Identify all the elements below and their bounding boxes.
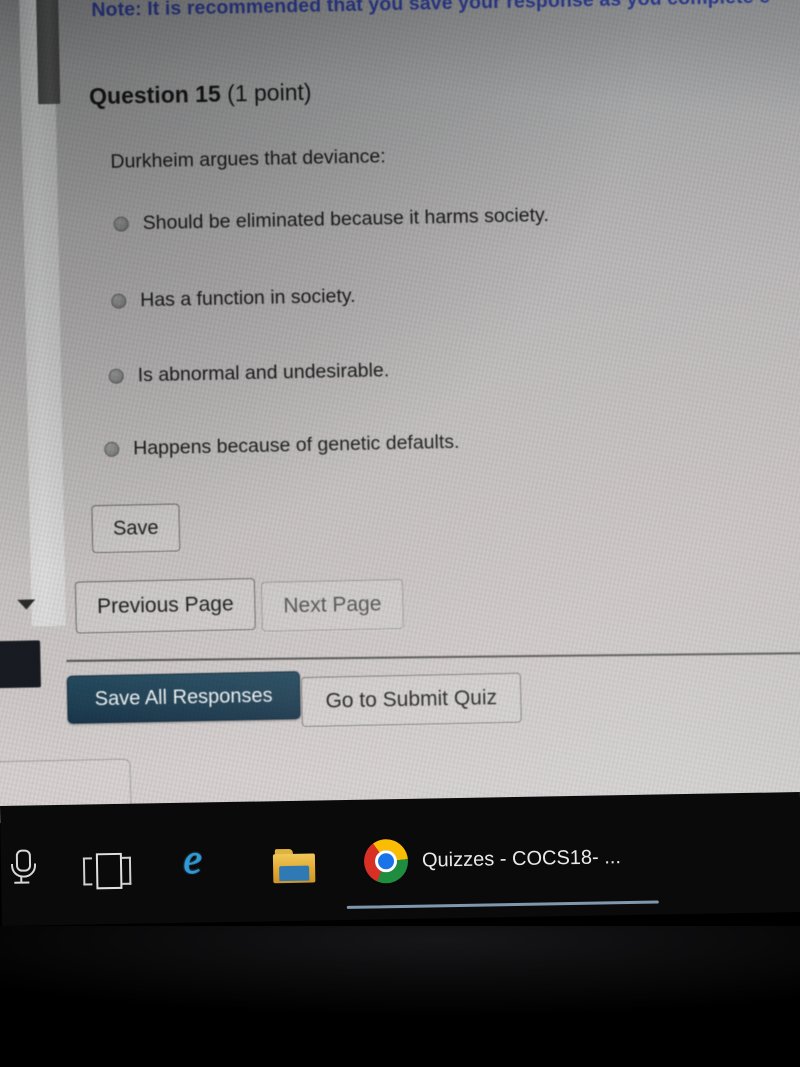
save-button[interactable]: Save bbox=[91, 503, 181, 554]
bezel-dark-area bbox=[0, 926, 800, 1067]
taskbar-item-chrome-quizzes[interactable]: Quizzes - COCS18- ... bbox=[363, 827, 622, 891]
scrollbar-down-arrow-icon[interactable] bbox=[17, 599, 36, 610]
monitor-screen-region: Note: It is recommended that you save yo… bbox=[0, 0, 800, 824]
taskbar-window-title: Quizzes - COCS18- ... bbox=[421, 845, 622, 872]
radio-button-icon[interactable] bbox=[104, 441, 120, 457]
answer-option-2[interactable]: Has a function in society. bbox=[111, 285, 356, 313]
go-to-submit-quiz-button[interactable]: Go to Submit Quiz bbox=[300, 672, 522, 728]
taskbar-item-task-view[interactable] bbox=[82, 840, 132, 901]
internet-explorer-icon: e bbox=[182, 836, 203, 883]
previous-page-button[interactable]: Previous Page bbox=[74, 578, 256, 634]
radio-button-icon[interactable] bbox=[113, 216, 129, 232]
question-number: Question 15 bbox=[88, 80, 222, 110]
radio-button-icon[interactable] bbox=[111, 293, 127, 309]
file-explorer-icon bbox=[272, 848, 320, 885]
save-all-responses-button[interactable]: Save All Responses bbox=[66, 671, 301, 724]
task-view-icon bbox=[82, 852, 132, 890]
windows-taskbar: e Quizzes - COCS18- ... bbox=[0, 792, 800, 926]
radio-button-icon[interactable] bbox=[108, 368, 124, 384]
chrome-icon bbox=[363, 838, 409, 884]
taskbar-item-cortana-microphone[interactable] bbox=[7, 837, 38, 898]
taskbar-item-internet-explorer[interactable]: e bbox=[182, 830, 229, 891]
question-points: (1 point) bbox=[220, 78, 312, 107]
active-window-indicator bbox=[346, 900, 659, 909]
taskbar-item-file-explorer[interactable] bbox=[272, 836, 320, 897]
next-page-button[interactable]: Next Page bbox=[260, 579, 404, 632]
screenshot-photo-of-monitor: Note: It is recommended that you save yo… bbox=[0, 0, 800, 1067]
microphone-icon bbox=[7, 847, 38, 888]
scrollbar-thumb[interactable] bbox=[35, 0, 61, 105]
window-edge-dark-block bbox=[0, 640, 41, 689]
note-label: Note: bbox=[91, 0, 142, 22]
question-title: Question 15 (1 point) bbox=[89, 79, 312, 110]
answer-option-2-label: Has a function in society. bbox=[140, 284, 356, 312]
